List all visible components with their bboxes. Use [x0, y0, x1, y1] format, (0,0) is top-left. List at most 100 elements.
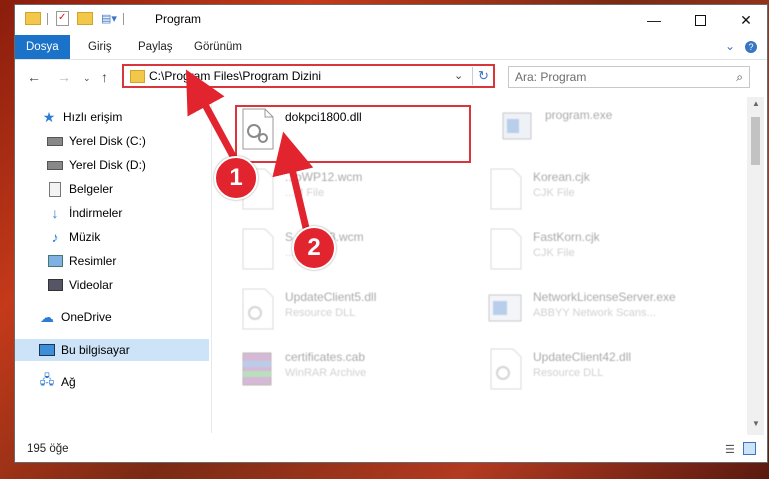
- address-bar[interactable]: C:\Program Files\Program Dizini ⌄ ↻: [122, 64, 495, 88]
- separator: [122, 12, 124, 25]
- file-item[interactable]: Korean.cjk CJK File: [485, 167, 725, 215]
- separator: [472, 67, 473, 85]
- vertical-scrollbar[interactable]: ▲ ▼: [747, 97, 764, 435]
- file-icon: [490, 228, 522, 270]
- pane-divider: [211, 97, 212, 433]
- network-icon: 🖧: [39, 372, 55, 387]
- tab-share[interactable]: Paylaş: [127, 35, 184, 59]
- sidebar-item-videos[interactable]: Videolar 📌: [15, 274, 241, 296]
- file-name: certificates.cab: [285, 350, 366, 364]
- file-item[interactable]: UpdateClient5.dll Resource DLL: [237, 287, 477, 335]
- file-type: ABBYY Network Scans...: [533, 307, 656, 319]
- drive-icon: [47, 157, 63, 173]
- document-icon: [47, 181, 63, 197]
- sidebar-item-label: Hızlı erişim: [63, 110, 123, 124]
- separator: [47, 12, 48, 25]
- file-icon: [490, 168, 522, 210]
- file-item[interactable]: ...oWP12.wcm ...M File: [237, 167, 477, 215]
- file-name: program.exe: [545, 108, 613, 122]
- file-item[interactable]: NetworkLicenseServer.exe ABBYY Network Sc…: [485, 287, 725, 335]
- properties-icon[interactable]: ✓: [56, 11, 69, 26]
- file-item[interactable]: FastKorn.cjk CJK File: [485, 227, 725, 275]
- file-icon: [242, 228, 274, 270]
- sidebar-item-this-pc[interactable]: Bu bilgisayar: [15, 339, 209, 361]
- file-item[interactable]: program.exe: [497, 105, 737, 153]
- details-view-icon[interactable]: ☰: [725, 443, 735, 456]
- file-item[interactable]: certificates.cab WinRAR Archive: [237, 347, 477, 395]
- file-type: WinRAR Archive: [285, 367, 367, 379]
- navigation-bar: ← → ⌄ ↑ C:\Program Files\Program Dizini …: [15, 61, 767, 95]
- new-folder-icon[interactable]: [77, 12, 93, 25]
- file-type: ...M File: [285, 187, 325, 199]
- tab-view[interactable]: Görünüm: [183, 35, 253, 59]
- maximize-button[interactable]: [677, 5, 723, 35]
- address-path: C:\Program Files\Program Dizini: [149, 69, 322, 83]
- sidebar-item-pictures[interactable]: Resimler 📌: [15, 250, 241, 272]
- minimize-button[interactable]: —: [631, 5, 677, 35]
- download-icon: ↓: [51, 205, 59, 221]
- file-name: FastKorn.cjk: [533, 230, 600, 244]
- sidebar-item-label: Müzik: [69, 230, 101, 244]
- sidebar-item-onedrive[interactable]: ☁ OneDrive: [15, 306, 233, 328]
- file-type: Resource DLL: [533, 367, 604, 379]
- search-icon: ⌕: [736, 69, 743, 84]
- file-name: Korean.cjk: [533, 170, 590, 184]
- explorer-window: ✓ ▤▾ Program — ✕ Dosya Giriş Paylaş Görü…: [14, 4, 768, 463]
- star-icon: ★: [42, 108, 56, 125]
- file-type: CJK File: [533, 247, 575, 259]
- sidebar-item-disk-c[interactable]: Yerel Disk (C:) 📌: [15, 130, 241, 152]
- item-count: 195 öğe: [27, 443, 69, 455]
- sidebar-item-quick-access[interactable]: ★ Hızlı erişim: [15, 106, 235, 128]
- back-button[interactable]: ←: [27, 69, 41, 85]
- step-1-badge: 1: [214, 156, 258, 200]
- sidebar-item-disk-d[interactable]: Yerel Disk (D:) 📌: [15, 154, 241, 176]
- exe-file-icon: [502, 112, 532, 140]
- sidebar-item-label: Resimler: [69, 254, 117, 268]
- sidebar-item-label: Yerel Disk (D:): [69, 158, 146, 172]
- exe-file-icon: [488, 294, 522, 322]
- ribbon: Dosya Giriş Paylaş Görünüm ⌄ ?: [15, 35, 767, 60]
- dll-file-icon: [242, 288, 274, 330]
- scroll-down-icon[interactable]: ▼: [752, 419, 760, 428]
- help-icon[interactable]: ?: [745, 39, 757, 53]
- pictures-icon: [47, 253, 63, 269]
- sidebar-item-network[interactable]: 🖧 Ağ: [15, 371, 233, 393]
- search-box[interactable]: Ara: Program ⌕: [508, 66, 750, 88]
- tab-file[interactable]: Dosya: [15, 35, 70, 59]
- computer-icon: [39, 342, 55, 358]
- refresh-icon[interactable]: ↻: [478, 68, 489, 84]
- sidebar-item-label: Videolar: [69, 278, 113, 292]
- close-button[interactable]: ✕: [723, 5, 767, 35]
- file-name: UpdateClient5.dll: [285, 290, 377, 304]
- up-button[interactable]: ↑: [101, 69, 108, 85]
- status-bar: 195 öğe ☰: [15, 437, 767, 462]
- expand-ribbon-icon[interactable]: ⌄: [725, 39, 735, 53]
- forward-button[interactable]: →: [57, 69, 71, 85]
- file-list: dokpci1800.dll program.exe ...oWP12.wcm.…: [213, 97, 747, 435]
- file-item[interactable]: S...WP13.wcm...File: [237, 227, 477, 275]
- scroll-thumb[interactable]: [751, 117, 760, 165]
- recent-locations-icon[interactable]: ⌄: [83, 73, 91, 84]
- file-type: CJK File: [533, 187, 575, 199]
- sidebar-item-documents[interactable]: Belgeler 📌: [15, 178, 241, 200]
- tab-home[interactable]: Giriş: [77, 35, 123, 59]
- archive-file-icon: [242, 352, 272, 386]
- customize-toolbar-icon[interactable]: ▤▾: [101, 12, 117, 25]
- sidebar-item-label: Yerel Disk (C:): [69, 134, 146, 148]
- file-name: ...oWP12.wcm: [285, 170, 363, 184]
- step-2-badge: 2: [292, 226, 336, 270]
- folder-icon: [130, 69, 145, 83]
- file-name: NetworkLicenseServer.exe: [533, 290, 676, 304]
- cloud-icon: ☁: [40, 308, 54, 325]
- video-icon: [47, 277, 63, 293]
- search-input[interactable]: Ara: Program: [515, 70, 736, 84]
- sidebar-item-music[interactable]: ♪ Müzik 📌: [15, 226, 241, 248]
- title-bar: ✓ ▤▾ Program — ✕: [15, 5, 767, 35]
- address-dropdown-icon[interactable]: ⌄: [454, 69, 463, 82]
- sidebar-item-downloads[interactable]: ↓ İndirmeler 📌: [15, 202, 241, 224]
- sidebar-item-label: Belgeler: [69, 182, 114, 196]
- sidebar-item-label: Ağ: [61, 375, 76, 389]
- file-item[interactable]: UpdateClient42.dll Resource DLL: [485, 347, 725, 395]
- scroll-up-icon[interactable]: ▲: [752, 99, 760, 108]
- large-icons-view-icon[interactable]: [743, 442, 756, 455]
